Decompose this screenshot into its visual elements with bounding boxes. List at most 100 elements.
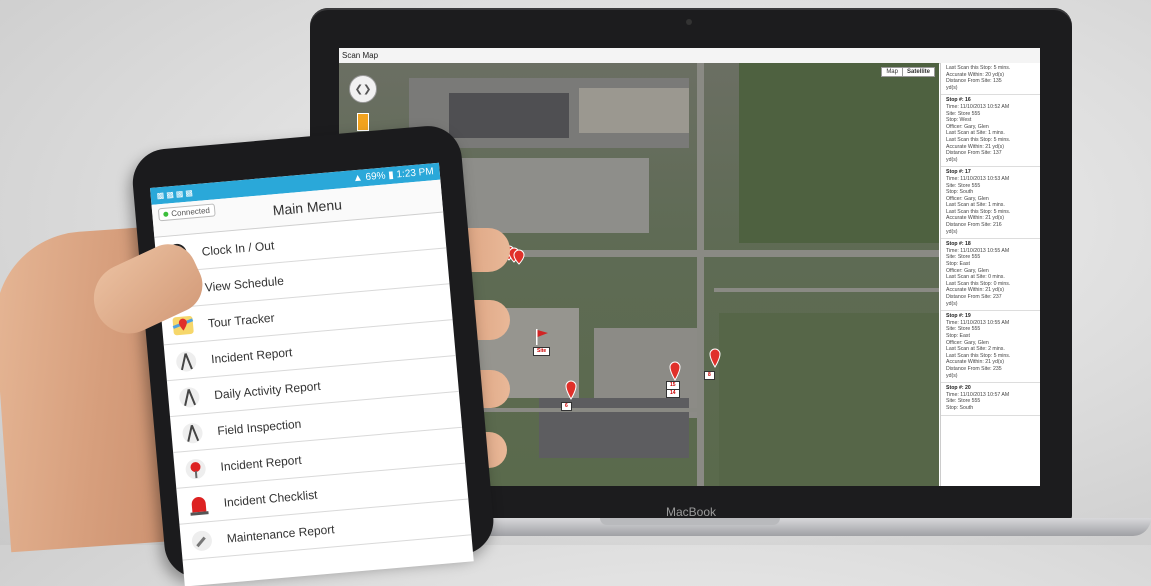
stop-detail: Time: 11/10/2013 10:57 AM (946, 391, 1010, 398)
stop-detail: Last Scan this Stop: 5 mins. (946, 208, 1011, 215)
stop-number: Stop #: 20 (946, 385, 971, 392)
menu-item-label: Daily Activity Report (213, 378, 322, 402)
street-view-pegman-icon[interactable] (357, 113, 369, 131)
wrench-icon (190, 528, 214, 552)
menu-item-label: Incident Report (219, 452, 303, 474)
stop-detail: Distance From Site: 237 (946, 294, 1002, 300)
stop-detail: Accurate Within: 21 yd(s) (946, 359, 1004, 366)
pin-icon (565, 380, 577, 400)
stop-detail: Time: 11/10/2013 10:52 AM (946, 103, 1010, 110)
stop-detail: Stop: West (946, 117, 972, 124)
phone-screen: ▩▩▩▩ ▲ 69% ▮ 1:23 PM Connected Main Menu… (150, 162, 474, 586)
stop-detail: yd(s) (946, 84, 958, 91)
stop-detail: Last Scan this Stop: 5 mins. (946, 352, 1011, 359)
stop-detail: Officer: Gary, Glen (946, 123, 989, 130)
compass-icon (177, 385, 201, 409)
road (697, 63, 704, 486)
pin-icon (709, 348, 721, 368)
compass-icon (174, 349, 198, 373)
stop-scan-list[interactable]: Last Scan this Stop: 5 mins. Accurate Wit… (940, 63, 1040, 486)
stop-detail: Last Scan at Site: 0 mins. (946, 274, 1005, 281)
stop-detail: Last Scan this Stop: 0 mins. (946, 280, 1011, 287)
stop-detail: Last Scan this Stop: 5 mins. (946, 136, 1011, 143)
menu-item-label: Incident Checklist (223, 487, 318, 510)
stop-number: Stop #: 17 (946, 169, 971, 176)
stop-number: Stop #: 18 (946, 241, 971, 248)
stop-detail: Accurate Within: 21 yd(s) (946, 215, 1004, 222)
stop-detail: Time: 11/10/2013 10:53 AM (946, 175, 1010, 182)
stop-detail: Officer: Gary, Glen (946, 195, 989, 202)
flag-icon (536, 329, 548, 345)
stop-detail: Site: Store 555 (946, 110, 981, 117)
camera-icon (686, 19, 692, 25)
stop-entry[interactable]: Stop #: 16 Time: 11/10/2013 10:52 AM Site:… (941, 95, 1040, 168)
stop-detail: Last Scan at Site: 1 mins. (946, 130, 1005, 137)
stop-detail: Accurate Within: 21 yd(s) (946, 287, 1004, 294)
stop-detail: Stop: South (946, 404, 974, 411)
map-type-toggle[interactable]: Map Satellite (881, 67, 935, 77)
stop-detail: Distance From Site: 135 (946, 78, 1002, 85)
menu-item-label: Clock In / Out (201, 237, 275, 259)
stop-detail: Last Scan at Site: 2 mins. (946, 346, 1005, 353)
pin-label: 8 (704, 371, 715, 380)
stop-number: Stop #: 19 (946, 313, 971, 320)
stop-detail: Stop: East (946, 261, 970, 268)
stop-detail: yd(s) (946, 228, 958, 235)
stop-detail: Stop: East (946, 332, 970, 339)
stop-detail: Last Scan at Site: 1 mins. (946, 202, 1005, 209)
stop-entry[interactable]: Stop #: 19 Time: 11/10/2013 10:55 AM Site:… (941, 311, 1040, 384)
clock-time: 1:23 PM (396, 166, 435, 181)
siren-icon (187, 493, 211, 517)
stop-number: Stop #: 16 (946, 97, 971, 104)
stop-detail: yd(s) (946, 372, 958, 379)
building-roof (449, 93, 569, 138)
stop-sign-icon (184, 457, 208, 481)
site-label: Site (533, 347, 551, 356)
stop-entry[interactable]: Stop #: 20 Time: 11/10/2013 10:57 AM Site:… (941, 383, 1040, 416)
stop-detail: Distance From Site: 235 (946, 365, 1002, 372)
pan-arrows-icon: ❮❯ (354, 83, 372, 95)
menu-item-label: Incident Report (210, 344, 293, 366)
stop-detail: Site: Store 555 (946, 326, 981, 333)
stop-entry[interactable]: Stop #: 18 Time: 11/10/2013 10:55 AM Site:… (941, 239, 1040, 312)
stop-detail: yd(s) (946, 156, 958, 163)
menu-item-label: Tour Tracker (207, 310, 276, 330)
stop-detail: Officer: Gary, Glen (946, 339, 989, 346)
stop-detail: Time: 11/10/2013 10:55 AM (946, 319, 1010, 326)
stop-detail: Stop: South (946, 189, 974, 196)
compass-icon (181, 421, 205, 445)
stop-detail: Site: Store 555 (946, 398, 981, 405)
laptop-base (480, 518, 1151, 536)
battery-level: 69% (365, 170, 386, 184)
stop-entry[interactable]: Stop #: 17 Time: 11/10/2013 10:53 AM Site:… (941, 167, 1040, 240)
map-type-satellite[interactable]: Satellite (901, 68, 934, 76)
stop-detail: Accurate Within: 20 yd(s) (946, 71, 1004, 78)
map-icon (171, 313, 195, 337)
menu-item-label: View Schedule (204, 273, 285, 295)
stop-detail: yd(s) (946, 300, 958, 307)
pin-label: 6 (561, 402, 572, 411)
map-type-map[interactable]: Map (882, 68, 902, 76)
stop-detail: Accurate Within: 21 yd(s) (946, 143, 1004, 150)
building-roof (579, 88, 689, 133)
window-title: Scan Map (339, 48, 1040, 64)
stop-detail: Site: Store 555 (946, 182, 981, 189)
menu-item-label: Field Inspection (216, 416, 302, 438)
pan-control[interactable]: ❮❯ (349, 75, 377, 103)
stop-detail: Distance From Site: 216 (946, 222, 1002, 229)
stop-entry[interactable]: Last Scan this Stop: 5 mins. Accurate Wit… (941, 63, 1040, 96)
stop-detail: Site: Store 555 (946, 254, 981, 261)
laptop-notch (600, 518, 780, 525)
stop-detail: Officer: Gary, Glen (946, 267, 989, 274)
stop-detail: Last Scan this Stop: 5 mins. (946, 65, 1011, 71)
residential-area (719, 313, 939, 486)
road (714, 288, 939, 292)
stop-detail: Distance From Site: 137 (946, 150, 1002, 157)
battery-icon: ▮ (387, 169, 395, 182)
pin-label: 14 (666, 389, 680, 398)
wooded-area (739, 63, 939, 243)
stop-detail: Time: 11/10/2013 10:55 AM (946, 247, 1010, 254)
menu-item-label: Maintenance Report (226, 521, 336, 546)
signal-icon: ▲ (352, 172, 364, 185)
pin-icon (669, 361, 681, 381)
